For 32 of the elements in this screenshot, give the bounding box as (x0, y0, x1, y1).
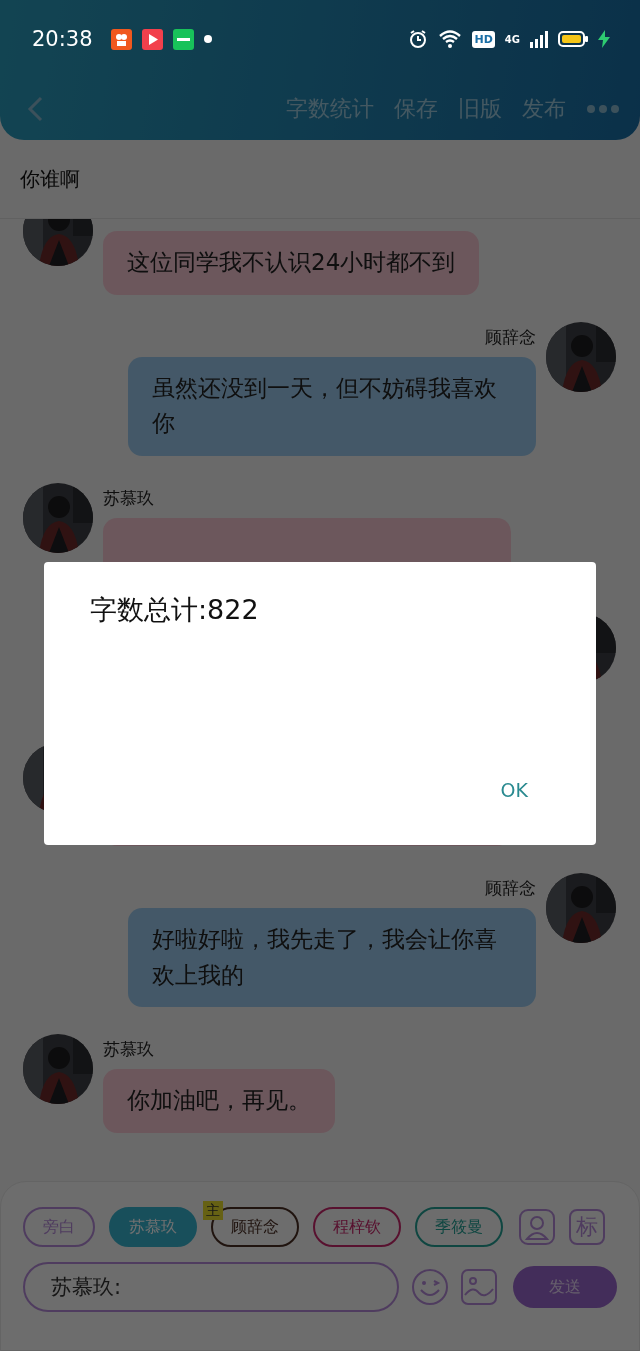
person-icon[interactable] (519, 1209, 555, 1245)
role-chip[interactable]: 程梓钦 (313, 1207, 401, 1247)
status-time: 20:38 (32, 27, 93, 51)
role-chip[interactable]: 苏慕玖 (109, 1207, 197, 1247)
app-icon (172, 28, 194, 50)
image-icon[interactable] (461, 1269, 498, 1305)
notification-dot-icon (203, 35, 212, 43)
emoji-icon[interactable] (411, 1268, 450, 1306)
main-role-badge: 主 (203, 1201, 223, 1220)
dialog-message: 字数总计:822 (90, 593, 260, 627)
wifi-icon (438, 29, 463, 49)
ok-button[interactable]: OK (500, 775, 528, 805)
message-input[interactable]: 苏慕玖: (23, 1262, 400, 1312)
alarm-icon (408, 29, 429, 49)
charging-bolt-icon (598, 30, 610, 48)
speaker-name: 苏慕玖 (103, 486, 154, 510)
hd-icon: HD (472, 30, 495, 48)
message-bubble: 这位同学我不认识24小时都不到 (103, 231, 480, 295)
message-bubble: 好啦好啦，我先走了，我会让你喜欢上我的 (128, 907, 536, 1008)
speaker-name: 顾辞念 (485, 325, 536, 349)
message-bubble: 虽然还没到一天，但不妨碍我喜欢你 (128, 356, 536, 456)
battery-icon (558, 31, 588, 47)
play-icon (141, 28, 163, 50)
signal-icon (530, 30, 548, 48)
speaker-name: 苏慕玖 (103, 1038, 154, 1062)
app-icon (110, 28, 132, 50)
speaker-name: 顾辞念 (485, 876, 536, 900)
network-label: 4G (504, 33, 520, 45)
message-bubble: 你加油吧，再见。 (103, 1069, 335, 1133)
role-chip[interactable]: 季筱曼 (415, 1207, 503, 1247)
story-title: 你谁啊 (0, 140, 640, 219)
header-action[interactable]: 发布 (522, 94, 566, 124)
